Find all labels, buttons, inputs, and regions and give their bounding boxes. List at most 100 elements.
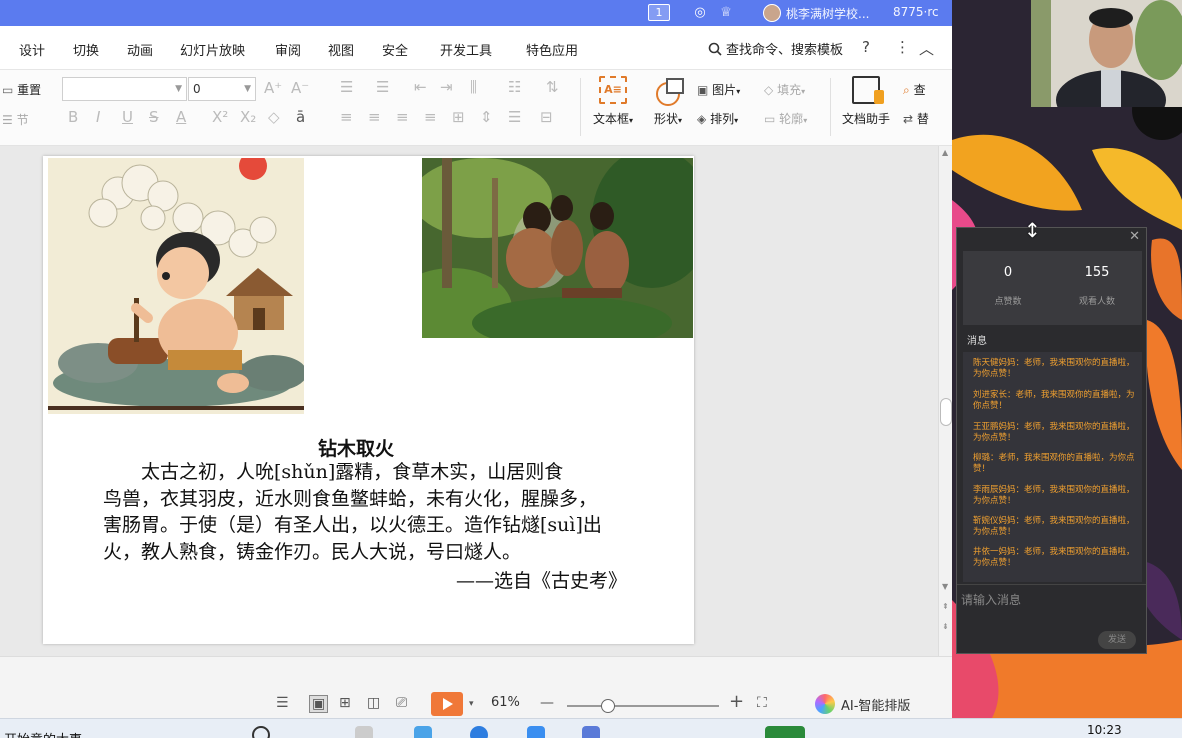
tab-review[interactable]: 审阅 — [275, 40, 301, 59]
chat-panel-header[interactable]: ✕ — [957, 228, 1146, 248]
zoom-out-icon[interactable]: — — [540, 695, 554, 711]
text-direction-icon[interactable]: ⇅ — [546, 78, 559, 96]
slide-sorter-icon[interactable]: ⊞ — [339, 695, 351, 711]
bold-icon[interactable]: B — [68, 108, 78, 126]
skin-icon[interactable]: ♕ — [718, 5, 734, 21]
taskbar-search[interactable]: 开始意的大事 — [4, 729, 82, 738]
slide-title[interactable]: 钻木取火 — [318, 434, 394, 461]
line-spacing-icon[interactable]: ☷ — [508, 78, 521, 96]
app-icon[interactable] — [582, 726, 600, 738]
play-slideshow-button[interactable] — [431, 692, 463, 716]
scroll-up-icon[interactable]: ▲ — [942, 148, 948, 157]
presenter-view-icon[interactable]: ⎚ — [396, 695, 407, 711]
numbered-list-icon[interactable]: ☰ — [376, 78, 389, 96]
prev-slide-icon[interactable]: ⇞ — [942, 602, 949, 611]
clock[interactable]: 10:23 — [1087, 723, 1122, 737]
replace-button[interactable]: ⇄ 替 — [903, 110, 929, 127]
chat-input[interactable]: 请输入消息 — [961, 591, 1021, 608]
increase-font-icon[interactable]: A⁺ — [264, 79, 282, 97]
font-family-select[interactable]: ▼ — [62, 77, 187, 101]
next-slide-icon[interactable]: ⇟ — [942, 622, 949, 631]
app-icon[interactable] — [527, 726, 545, 738]
zoom-slider[interactable] — [567, 699, 719, 713]
underline-icon[interactable]: U — [122, 108, 133, 126]
arrange-button[interactable]: ◈ 排列▾ — [697, 110, 738, 127]
reading-view-icon[interactable]: ◫ — [367, 695, 380, 711]
superscript-icon[interactable]: X² — [212, 108, 228, 126]
shape-button[interactable]: 形状▾ — [646, 76, 690, 127]
app-icon[interactable] — [355, 726, 373, 738]
section-button[interactable]: ☰ 节 — [2, 111, 29, 128]
browser-icon[interactable] — [414, 726, 432, 738]
tab-developer[interactable]: 开发工具 — [440, 40, 492, 59]
subscript-icon[interactable]: X₂ — [240, 108, 256, 126]
clear-format-icon[interactable]: ◇ — [268, 108, 280, 126]
search-icon[interactable] — [252, 726, 270, 738]
align-left-icon[interactable]: ≡ — [340, 108, 353, 126]
italic-icon[interactable]: I — [96, 108, 100, 126]
smart-art-icon[interactable]: ⊟ — [540, 108, 553, 126]
close-icon[interactable]: ✕ — [1129, 229, 1140, 244]
tray-badge-icon[interactable] — [765, 726, 805, 738]
zoom-level[interactable]: 61% — [491, 695, 520, 710]
chat-app-icon[interactable] — [470, 726, 488, 738]
cartoon-fire-drilling-image[interactable] — [48, 158, 304, 414]
zoom-slider-knob[interactable] — [601, 699, 615, 713]
align-right-icon[interactable]: ≡ — [396, 108, 409, 126]
ai-layout-button[interactable]: AI-智能排版 — [815, 694, 910, 714]
char-spacing-icon[interactable]: ā — [296, 108, 305, 126]
reset-button[interactable]: ▭ 重置 — [2, 81, 41, 98]
normal-view-icon[interactable]: ▣ — [309, 695, 329, 713]
vertical-scrollbar[interactable]: ▲ ▼ ⇞ ⇟ — [938, 146, 952, 656]
paragraph-icon[interactable]: ☰ — [508, 108, 521, 126]
distribute-icon[interactable]: ⊞ — [452, 108, 465, 126]
justify-icon[interactable]: ≡ — [424, 108, 437, 126]
align-center-icon[interactable]: ≡ — [368, 108, 381, 126]
taskbar: 开始意的大事 10:23 — [0, 718, 1182, 738]
message-list[interactable]: 陈天健妈妈：老师，我来围观你的直播啦，为你点赞！ 刘进家长：老师，我来围观你的直… — [963, 352, 1142, 582]
scroll-down-icon[interactable]: ▼ — [942, 582, 948, 591]
tab-slideshow[interactable]: 幻灯片放映 — [180, 40, 245, 59]
help-icon[interactable]: ? — [862, 38, 870, 56]
increase-indent-icon[interactable]: ⇥ — [440, 78, 453, 96]
notes-icon[interactable]: ☰ — [276, 695, 289, 711]
slide-body-text[interactable]: 太古之初，人吮[shǔn]露精，食草木实，山居则食 鸟兽，衣其羽皮，近水则食鱼鳖… — [103, 459, 673, 565]
vertical-align-icon[interactable]: ⇕ — [480, 108, 493, 126]
tab-transition[interactable]: 切换 — [73, 40, 99, 59]
doc-helper-button[interactable]: 文档助手 — [838, 76, 894, 127]
window-count-badge[interactable]: 1 — [648, 4, 670, 21]
fit-window-icon[interactable]: ⛶ — [757, 695, 767, 711]
decrease-font-icon[interactable]: A⁻ — [291, 79, 309, 97]
jungle-fire-photo[interactable] — [422, 158, 693, 338]
tab-design[interactable]: 设计 — [19, 40, 45, 59]
strikethrough-icon[interactable]: S — [149, 108, 159, 126]
tab-view[interactable]: 视图 — [328, 40, 354, 59]
bullet-list-icon[interactable]: ☰ — [340, 78, 353, 96]
command-search[interactable]: 查找命令、搜索模板 — [708, 39, 843, 58]
live-chat-panel[interactable]: ✕ 0 点赞数 155 观看人数 消息 陈天健妈妈：老师，我来围观你的直播啦，为… — [956, 227, 1147, 654]
picture-button[interactable]: ▣ 图片▾ — [697, 81, 740, 98]
textbox-button[interactable]: A≡ 文本框▾ — [588, 76, 638, 127]
send-button[interactable]: 发送 — [1098, 631, 1136, 649]
tab-animation[interactable]: 动画 — [127, 40, 153, 59]
teacher-camera-feed[interactable] — [1031, 0, 1182, 107]
columns-icon[interactable]: ⫼ — [470, 78, 477, 96]
tab-security[interactable]: 安全 — [382, 40, 408, 59]
outline-button[interactable]: ▭ 轮廓▾ — [764, 110, 807, 127]
share-icon[interactable]: ◎ — [692, 5, 708, 21]
font-size-input[interactable]: 0 ▼ — [188, 77, 256, 101]
scrollbar-thumb[interactable] — [940, 398, 952, 426]
decrease-indent-icon[interactable]: ⇤ — [414, 78, 427, 96]
zoom-in-icon[interactable]: + — [729, 691, 744, 712]
slide[interactable]: 钻木取火 太古之初，人吮[shǔn]露精，食草木实，山居则食 鸟兽，衣其羽皮，近… — [43, 156, 694, 644]
account-school-name[interactable]: 桃李满树学校... — [786, 5, 869, 22]
font-color-icon[interactable]: A — [176, 108, 186, 126]
avatar[interactable] — [763, 4, 781, 22]
slide-source-citation[interactable]: ——选自《古史考》 — [456, 566, 627, 593]
collapse-ribbon-icon[interactable]: ︿ — [919, 38, 934, 59]
more-icon[interactable]: ⋮ — [895, 38, 910, 56]
tab-special[interactable]: 特色应用 — [526, 40, 578, 59]
chevron-down-icon[interactable]: ▾ — [469, 699, 474, 709]
fill-button[interactable]: ◇ 填充▾ — [764, 81, 805, 98]
find-button[interactable]: ⌕ 查 — [903, 81, 926, 98]
